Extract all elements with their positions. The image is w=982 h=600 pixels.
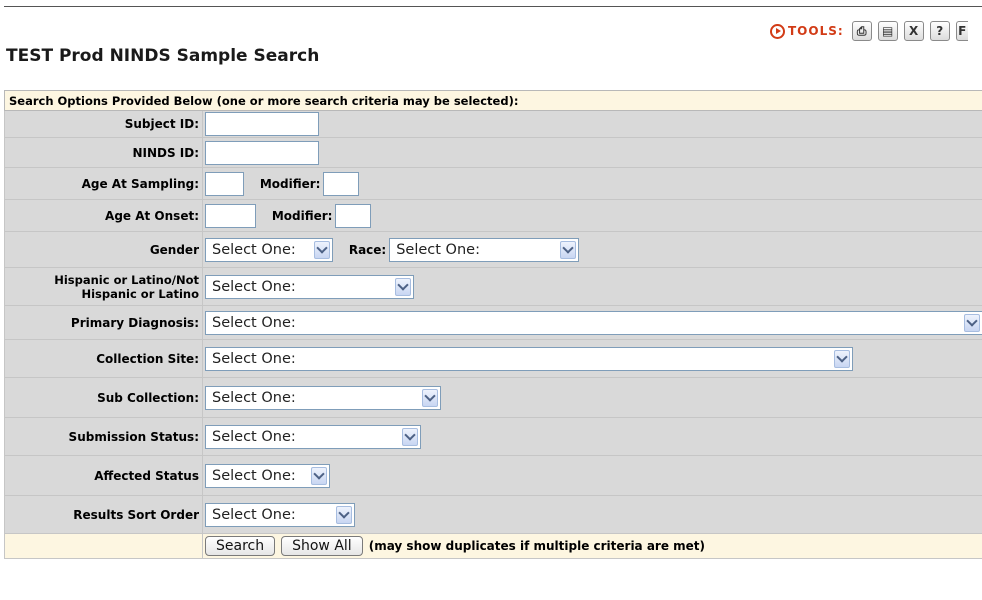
age-onset-input[interactable] bbox=[205, 203, 256, 228]
chevron-down-icon bbox=[314, 240, 330, 259]
results-sort-select-value: Select One: bbox=[212, 506, 296, 523]
hispanic-select[interactable]: Select One: bbox=[205, 274, 414, 299]
sub-collection-row: Sub Collection: Select One: bbox=[4, 377, 982, 418]
results-sort-row: Results Sort Order Select One: bbox=[4, 495, 982, 534]
hispanic-label-line1: Hispanic or Latino/Not bbox=[54, 272, 199, 287]
age-onset-label: Age At Onset: bbox=[4, 199, 203, 232]
submission-status-select-value: Select One: bbox=[212, 428, 296, 445]
hispanic-label-line2: Hispanic or Latino bbox=[81, 286, 199, 301]
show-all-button[interactable]: Show All bbox=[281, 536, 363, 556]
chevron-down-icon bbox=[964, 313, 980, 332]
age-onset-modifier-label: Modifier: bbox=[271, 208, 333, 223]
submission-status-select[interactable]: Select One: bbox=[205, 424, 421, 449]
subject-id-input[interactable] bbox=[205, 112, 319, 136]
age-onset-modifier-input[interactable] bbox=[335, 203, 372, 228]
gender-select-value: Select One: bbox=[212, 241, 296, 258]
print-icon[interactable]: ⎙ bbox=[851, 21, 872, 41]
subject-id-label: Subject ID: bbox=[4, 110, 203, 138]
affected-status-select[interactable]: Select One: bbox=[205, 463, 330, 488]
race-label: Race: bbox=[348, 242, 387, 257]
actions-row: Search Show All (may show duplicates if mu… bbox=[4, 533, 982, 559]
chevron-down-icon bbox=[395, 277, 411, 296]
primary-diagnosis-select-value: Select One: bbox=[212, 314, 296, 331]
tools-icon bbox=[770, 23, 785, 39]
primary-diagnosis-label: Primary Diagnosis: bbox=[4, 305, 203, 340]
chevron-down-icon bbox=[834, 349, 850, 368]
sub-collection-label: Sub Collection: bbox=[4, 377, 203, 418]
export-icon[interactable]: ▤ bbox=[877, 21, 898, 41]
submission-status-row: Submission Status: Select One: bbox=[4, 417, 982, 456]
gender-row: Gender Select One: Race: Select One: bbox=[4, 231, 982, 268]
chevron-down-icon bbox=[311, 466, 327, 485]
age-sampling-row: Age At Sampling: Modifier: bbox=[4, 167, 982, 200]
chevron-down-icon bbox=[336, 505, 352, 524]
hispanic-select-value: Select One: bbox=[212, 278, 296, 295]
affected-status-label: Affected Status bbox=[4, 455, 203, 496]
gender-select[interactable]: Select One: bbox=[205, 237, 333, 262]
age-sampling-modifier-input[interactable] bbox=[323, 171, 360, 196]
age-sampling-label: Age At Sampling: bbox=[4, 167, 203, 200]
collection-site-row: Collection Site: Select One: bbox=[4, 339, 982, 378]
race-select-value: Select One: bbox=[396, 241, 480, 258]
affected-status-row: Affected Status Select One: bbox=[4, 455, 982, 496]
results-sort-select[interactable]: Select One: bbox=[205, 502, 355, 527]
hispanic-label: Hispanic or Latino/Not Hispanic or Latin… bbox=[4, 267, 203, 306]
collection-site-select-value: Select One: bbox=[212, 350, 296, 367]
form-header: Search Options Provided Below (one or mo… bbox=[4, 90, 982, 111]
race-select[interactable]: Select One: bbox=[389, 237, 580, 262]
age-onset-row: Age At Onset: Modifier: bbox=[4, 199, 982, 232]
subject-id-row: Subject ID: bbox=[4, 110, 982, 138]
primary-diagnosis-select[interactable]: Select One: bbox=[205, 310, 982, 335]
chevron-down-icon bbox=[422, 388, 438, 407]
ninds-id-label: NINDS ID: bbox=[4, 137, 203, 168]
sub-collection-select-value: Select One: bbox=[212, 389, 296, 406]
f-icon[interactable]: F bbox=[955, 21, 968, 41]
chevron-down-icon bbox=[560, 240, 577, 259]
results-sort-label: Results Sort Order bbox=[4, 495, 203, 534]
page-title: TEST Prod NINDS Sample Search bbox=[6, 46, 320, 66]
sub-collection-select[interactable]: Select One: bbox=[205, 385, 441, 410]
collection-site-select[interactable]: Select One: bbox=[205, 346, 853, 371]
collection-site-label: Collection Site: bbox=[4, 339, 203, 378]
actions-spacer bbox=[4, 533, 203, 559]
excel-icon[interactable]: X bbox=[903, 21, 924, 41]
age-sampling-modifier-label: Modifier: bbox=[259, 176, 321, 191]
form-header-row: Search Options Provided Below (one or mo… bbox=[4, 90, 982, 111]
top-rule bbox=[4, 6, 982, 7]
search-button[interactable]: Search bbox=[205, 536, 276, 556]
tools-toolbar: TOOLS: ⎙ ▤ X ? F bbox=[770, 20, 968, 42]
submission-status-label: Submission Status: bbox=[4, 417, 203, 456]
gender-label: Gender bbox=[4, 231, 203, 268]
chevron-down-icon bbox=[402, 427, 418, 446]
hispanic-row: Hispanic or Latino/Not Hispanic or Latin… bbox=[4, 267, 982, 306]
age-sampling-input[interactable] bbox=[205, 171, 244, 196]
primary-diagnosis-row: Primary Diagnosis: Select One: bbox=[4, 305, 982, 340]
affected-status-select-value: Select One: bbox=[212, 467, 296, 484]
search-form: Search Options Provided Below (one or mo… bbox=[4, 90, 982, 559]
help-icon[interactable]: ? bbox=[929, 21, 950, 41]
duplicates-note: (may show duplicates if multiple criteri… bbox=[368, 539, 706, 553]
ninds-id-input[interactable] bbox=[205, 140, 319, 165]
tools-label: TOOLS: bbox=[788, 24, 844, 38]
ninds-id-row: NINDS ID: bbox=[4, 137, 982, 168]
